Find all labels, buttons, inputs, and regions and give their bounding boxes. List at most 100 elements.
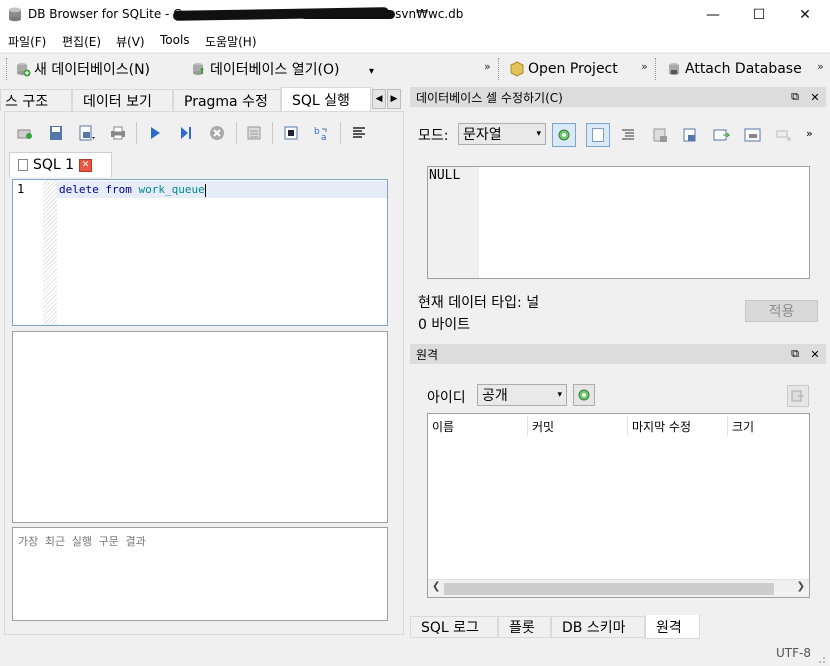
close-dock-icon[interactable]: ✕ xyxy=(809,348,821,361)
close-dock-icon[interactable]: ✕ xyxy=(809,91,821,104)
find-icon[interactable] xyxy=(282,124,300,142)
edit-cell-title: 데이터베이스 셀 수정하기(C) xyxy=(416,90,563,105)
line-number: 1 xyxy=(17,182,25,196)
word-wrap-button[interactable] xyxy=(586,123,610,147)
menu-edit[interactable]: 편집(E) xyxy=(62,33,101,50)
results-grid[interactable] xyxy=(12,331,388,523)
tab-plot[interactable]: 플롯 xyxy=(498,616,551,638)
identity-settings-button[interactable] xyxy=(573,384,595,406)
column-header-last-modified[interactable]: 마지막 수정 xyxy=(628,416,728,436)
tab-label: SQL 로그 xyxy=(421,620,479,636)
menu-view[interactable]: 뷰(V) xyxy=(116,33,145,50)
sql-file-icon xyxy=(18,159,28,171)
stop-execution-icon[interactable] xyxy=(208,124,226,142)
sql-tab-label: SQL 1 xyxy=(33,157,75,173)
cell-value: NULL xyxy=(429,168,461,183)
open-tab-icon[interactable] xyxy=(16,124,34,142)
toolbar-overflow-icon[interactable]: » xyxy=(484,60,491,73)
tab-scroll-left-button[interactable]: ◀ xyxy=(372,89,386,109)
remote-files-table[interactable]: 이름 커밋 마지막 수정 크기 ❮ ❯ xyxy=(427,413,810,598)
print-icon[interactable] xyxy=(109,124,127,142)
remove-button[interactable] xyxy=(772,123,796,147)
tab-db-schema[interactable]: DB 스키마 xyxy=(551,616,645,638)
new-database-label: 새 데이터베이스(N) xyxy=(34,62,151,78)
undock-icon[interactable]: ⧉ xyxy=(789,347,801,360)
comment-toggle-icon[interactable] xyxy=(350,124,368,142)
open-sql-file-icon[interactable] xyxy=(47,124,65,142)
apply-button[interactable]: 적용 xyxy=(745,300,818,322)
tab-browse-data[interactable]: 데이터 보기 xyxy=(72,89,173,111)
toolbar-grip[interactable] xyxy=(6,58,9,80)
horizontal-scrollbar[interactable]: ❮ ❯ xyxy=(428,579,809,597)
menu-file[interactable]: 파일(F) xyxy=(8,33,46,50)
set-null-button[interactable] xyxy=(710,123,734,147)
toolbar-separator xyxy=(236,122,237,144)
toolbar-grip[interactable] xyxy=(655,58,658,80)
sql-editor[interactable]: 1 delete from work_queue xyxy=(12,179,388,326)
column-header-name[interactable]: 이름 xyxy=(428,416,528,436)
minimize-button[interactable]: — xyxy=(690,0,736,30)
mode-label: 모드: xyxy=(418,128,449,144)
tab-execute-sql[interactable]: SQL 실행 xyxy=(281,87,371,112)
export-button[interactable] xyxy=(678,123,702,147)
tab-remote[interactable]: 원격 xyxy=(645,615,700,639)
maximize-button[interactable]: ☐ xyxy=(736,0,782,30)
toolbar-overflow-icon[interactable]: » xyxy=(641,60,648,73)
auto-switch-mode-button[interactable] xyxy=(552,123,576,147)
push-database-button[interactable] xyxy=(787,385,809,407)
execute-current-line-icon[interactable] xyxy=(177,124,195,142)
remote-title: 원격 xyxy=(416,347,439,362)
open-database-icon xyxy=(193,63,204,75)
save-sql-file-icon[interactable] xyxy=(78,124,96,142)
menu-tools[interactable]: Tools xyxy=(160,33,190,47)
attach-database-icon xyxy=(669,63,679,75)
import-button[interactable] xyxy=(648,123,672,147)
resize-grip-icon[interactable] xyxy=(814,652,826,664)
chevron-down-icon: ▾ xyxy=(536,129,541,139)
column-header-size[interactable]: 크기 xyxy=(728,416,810,436)
open-in-app-button[interactable] xyxy=(741,123,765,147)
cell-value-editor[interactable]: NULL xyxy=(427,166,810,279)
identity-label: 아이디 xyxy=(427,390,466,406)
tab-label: 원격 xyxy=(656,619,682,636)
new-database-button[interactable]: 새 데이터베이스(N) xyxy=(15,58,150,80)
tab-edit-pragmas[interactable]: Pragma 수정 xyxy=(173,89,281,111)
tab-database-structure[interactable]: 스 구조 xyxy=(0,89,72,111)
toolbar-separator xyxy=(340,122,341,144)
indent-button[interactable] xyxy=(616,123,640,147)
menu-help[interactable]: 도움말(H) xyxy=(205,33,257,50)
import-icon xyxy=(653,128,667,142)
database-app-icon xyxy=(9,7,21,22)
export-icon xyxy=(683,128,696,142)
dropdown-arrow-icon[interactable]: ▾ xyxy=(369,66,374,77)
indent-icon xyxy=(622,129,634,140)
mode-select-value: 문자열 xyxy=(463,127,502,143)
scroll-right-icon[interactable]: ❯ xyxy=(797,581,805,592)
toolbar-overflow-icon[interactable]: » xyxy=(806,127,813,140)
execution-message-area[interactable]: 가장 최근 실행 구문 결과 xyxy=(12,527,388,621)
find-replace-icon[interactable]: ba xyxy=(313,124,331,142)
scrollbar-thumb[interactable] xyxy=(444,583,774,595)
gear-icon xyxy=(578,389,590,401)
identity-select-value: 공개 xyxy=(482,388,508,404)
tab-sql-log[interactable]: SQL 로그 xyxy=(410,616,498,638)
toolbar-overflow-icon[interactable]: » xyxy=(817,60,824,73)
undock-icon[interactable]: ⧉ xyxy=(789,90,801,103)
column-header-commit[interactable]: 커밋 xyxy=(528,416,628,436)
svg-text:a: a xyxy=(321,133,327,141)
identity-select[interactable]: 공개 ▾ xyxy=(477,384,567,406)
open-database-button[interactable]: 데이터베이스 열기(O) xyxy=(191,58,339,80)
scroll-left-icon[interactable]: ❮ xyxy=(432,581,440,592)
mode-select[interactable]: 문자열 ▾ xyxy=(458,123,546,145)
save-results-icon[interactable] xyxy=(246,124,264,142)
clear-icon xyxy=(776,130,791,141)
close-button[interactable]: ✕ xyxy=(782,0,828,30)
execute-all-icon[interactable] xyxy=(146,124,164,142)
close-tab-icon[interactable]: ✕ xyxy=(79,158,93,172)
tab-sql-1[interactable]: SQL 1 ✕ xyxy=(9,152,112,177)
attach-database-button[interactable]: Attach Database xyxy=(666,58,802,80)
open-project-button[interactable]: Open Project xyxy=(509,58,618,80)
tab-scroll-right-button[interactable]: ▶ xyxy=(387,89,401,109)
apply-label: 적용 xyxy=(768,304,795,320)
toolbar-grip[interactable] xyxy=(498,58,501,80)
